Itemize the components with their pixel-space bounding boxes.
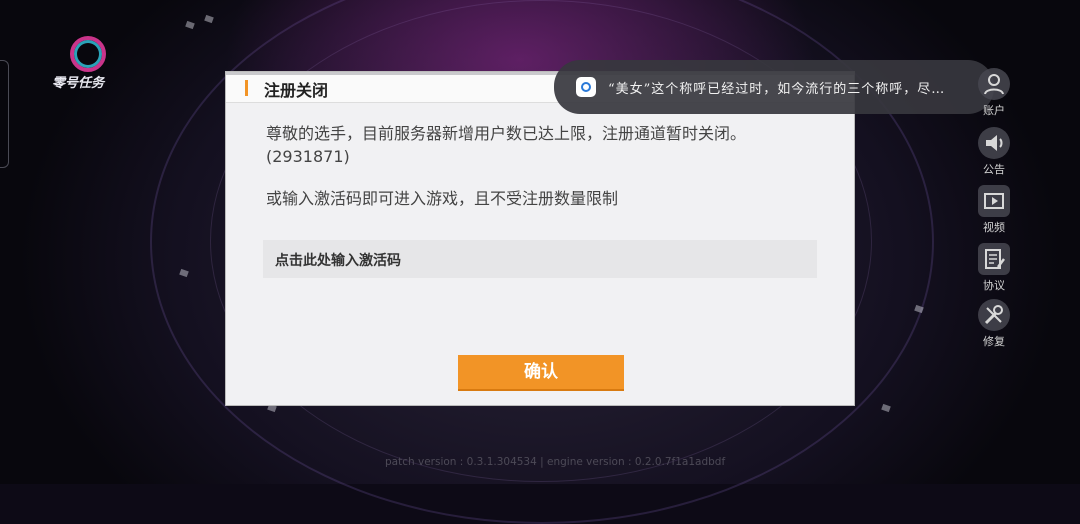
sidebar-item-account[interactable]: 账户 [972, 68, 1016, 118]
sidebar-item-label: 视频 [983, 221, 1005, 234]
sidebar-item-label: 账户 [983, 104, 1005, 117]
sidebar-item-announcement[interactable]: 公告 [972, 127, 1016, 177]
sidebar-item-video[interactable]: 视频 [972, 185, 1016, 235]
title-accent-bar [245, 80, 248, 96]
account-icon [978, 68, 1010, 100]
logo-emblem-icon [70, 36, 106, 72]
video-icon [978, 185, 1010, 217]
sidebar-item-repair[interactable]: 修复 [972, 299, 1016, 349]
game-logo: 零号任务 [52, 36, 122, 91]
notification-toast[interactable]: “美女”这个称呼已经过时，如今流行的三个称呼，尽… [554, 60, 994, 114]
registration-closed-dialog: 注册关闭 尊敬的选手，目前服务器新增用户数已达上限，注册通道暂时关闭。 (293… [226, 72, 854, 405]
sidebar-item-label: 公告 [983, 163, 1005, 176]
notification-text: “美女”这个称呼已经过时，如今流行的三个称呼，尽… [608, 82, 946, 97]
side-drawer-handle[interactable] [0, 60, 9, 168]
activation-hint: 或输入激活码即可进入游戏，且不受注册数量限制 [266, 189, 619, 208]
version-info: patch version : 0.3.1.304534 | engine ve… [385, 456, 726, 468]
sidebar-item-label: 协议 [983, 279, 1005, 292]
activation-code-placeholder: 点击此处输入激活码 [275, 253, 401, 269]
sidebar-item-agreement[interactable]: 协议 [972, 243, 1016, 293]
logo-text: 零号任务 [52, 76, 105, 91]
repair-icon [978, 299, 1010, 331]
speaker-icon [978, 127, 1010, 159]
confirm-button[interactable]: 确认 [458, 355, 624, 391]
dialog-title: 注册关闭 [264, 81, 329, 100]
agreement-icon [978, 243, 1010, 275]
message-line: 尊敬的选手，目前服务器新增用户数已达上限，注册通道暂时关闭。 [266, 124, 747, 143]
message-code: (2931871) [266, 147, 350, 166]
app-notification-icon [576, 77, 596, 97]
dialog-message: 尊敬的选手，目前服务器新增用户数已达上限，注册通道暂时关闭。 (2931871) [266, 122, 826, 168]
sidebar-item-label: 修复 [983, 335, 1005, 348]
activation-code-input[interactable]: 点击此处输入激活码 [263, 240, 817, 278]
